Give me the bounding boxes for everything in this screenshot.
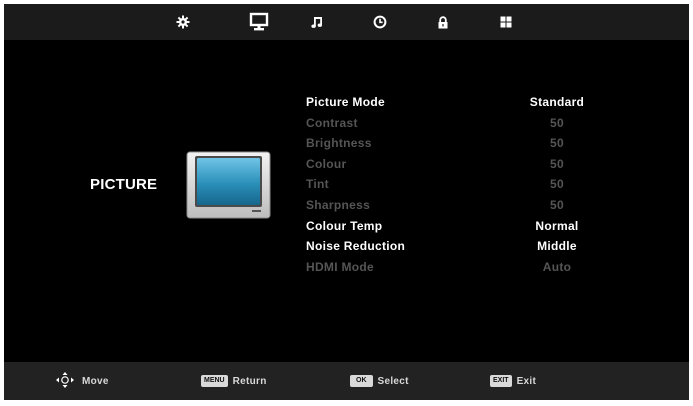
setting-label: Brightness (306, 136, 372, 151)
television-icon (186, 151, 271, 219)
setting-row-noise-reduction[interactable]: Noise Reduction Middle (306, 237, 606, 258)
key-hint-bar: Move MENU Return OK Select EXIT Exit (4, 362, 689, 400)
hint-return[interactable]: MENU Return (201, 373, 267, 389)
tab-time[interactable] (365, 8, 395, 36)
hint-exit[interactable]: EXIT Exit (490, 373, 536, 389)
tab-options[interactable] (491, 8, 521, 36)
tab-sound[interactable] (302, 8, 332, 36)
setting-label: Tint (306, 177, 329, 192)
setting-label: HDMI Mode (306, 259, 375, 274)
setting-row-sharpness: Sharpness 50 (306, 196, 606, 217)
osd-panel: PICTURE Picture Mode Standard Contrast 5… (4, 4, 689, 400)
hint-move-label: Move (82, 375, 109, 387)
setting-value: 50 (550, 115, 564, 130)
clock-icon (373, 15, 387, 29)
setting-value: Normal (535, 218, 579, 233)
gear-icon (176, 15, 190, 29)
hint-move[interactable]: Move (56, 371, 109, 391)
menu-key: MENU (201, 375, 228, 387)
setting-label: Colour (306, 156, 347, 171)
setting-row-colour-temp[interactable]: Colour Temp Normal (306, 217, 606, 238)
monitor-icon (249, 12, 269, 32)
setting-value: Standard (529, 95, 585, 109)
ok-key: OK (350, 375, 373, 387)
setting-value: 50 (550, 136, 564, 151)
setting-row-contrast: Contrast 50 (306, 114, 606, 135)
setting-label: Contrast (306, 115, 358, 130)
setting-value: Auto (542, 259, 572, 274)
hint-select[interactable]: OK Select (350, 373, 409, 389)
lock-icon (437, 15, 449, 29)
setting-row-tint: Tint 50 (306, 175, 606, 196)
tab-lock[interactable] (428, 8, 458, 36)
grid-icon (500, 16, 512, 28)
setting-value: 50 (550, 197, 564, 212)
hint-select-label: Select (377, 375, 409, 387)
tv-osd-screen: PICTURE Picture Mode Standard Contrast 5… (0, 0, 693, 406)
hint-exit-label: Exit (516, 375, 537, 387)
hint-return-label: Return (232, 375, 267, 387)
tab-picture[interactable] (244, 8, 274, 36)
setting-value: 50 (550, 156, 564, 171)
setting-value: Middle (537, 239, 577, 254)
exit-key: EXIT (490, 375, 512, 387)
music-note-icon (311, 16, 323, 29)
menu-tab-bar (4, 4, 689, 40)
menu-title: PICTURE (90, 176, 158, 193)
tab-setup[interactable] (168, 8, 198, 36)
setting-row-brightness: Brightness 50 (306, 134, 606, 155)
setting-label: Noise Reduction (306, 239, 406, 254)
setting-label: Sharpness (306, 197, 371, 212)
setting-value: 50 (550, 177, 564, 192)
directional-arrows-icon (56, 371, 74, 391)
setting-row-picture-mode[interactable]: Picture Mode Standard (306, 93, 606, 114)
setting-label: Colour Temp (306, 218, 383, 233)
setting-label: Picture Mode (306, 95, 385, 109)
setting-row-colour: Colour 50 (306, 155, 606, 176)
setting-row-hdmi-mode: HDMI Mode Auto (306, 258, 606, 279)
picture-settings-list: Picture Mode Standard Contrast 50 Brightness… (306, 93, 606, 278)
